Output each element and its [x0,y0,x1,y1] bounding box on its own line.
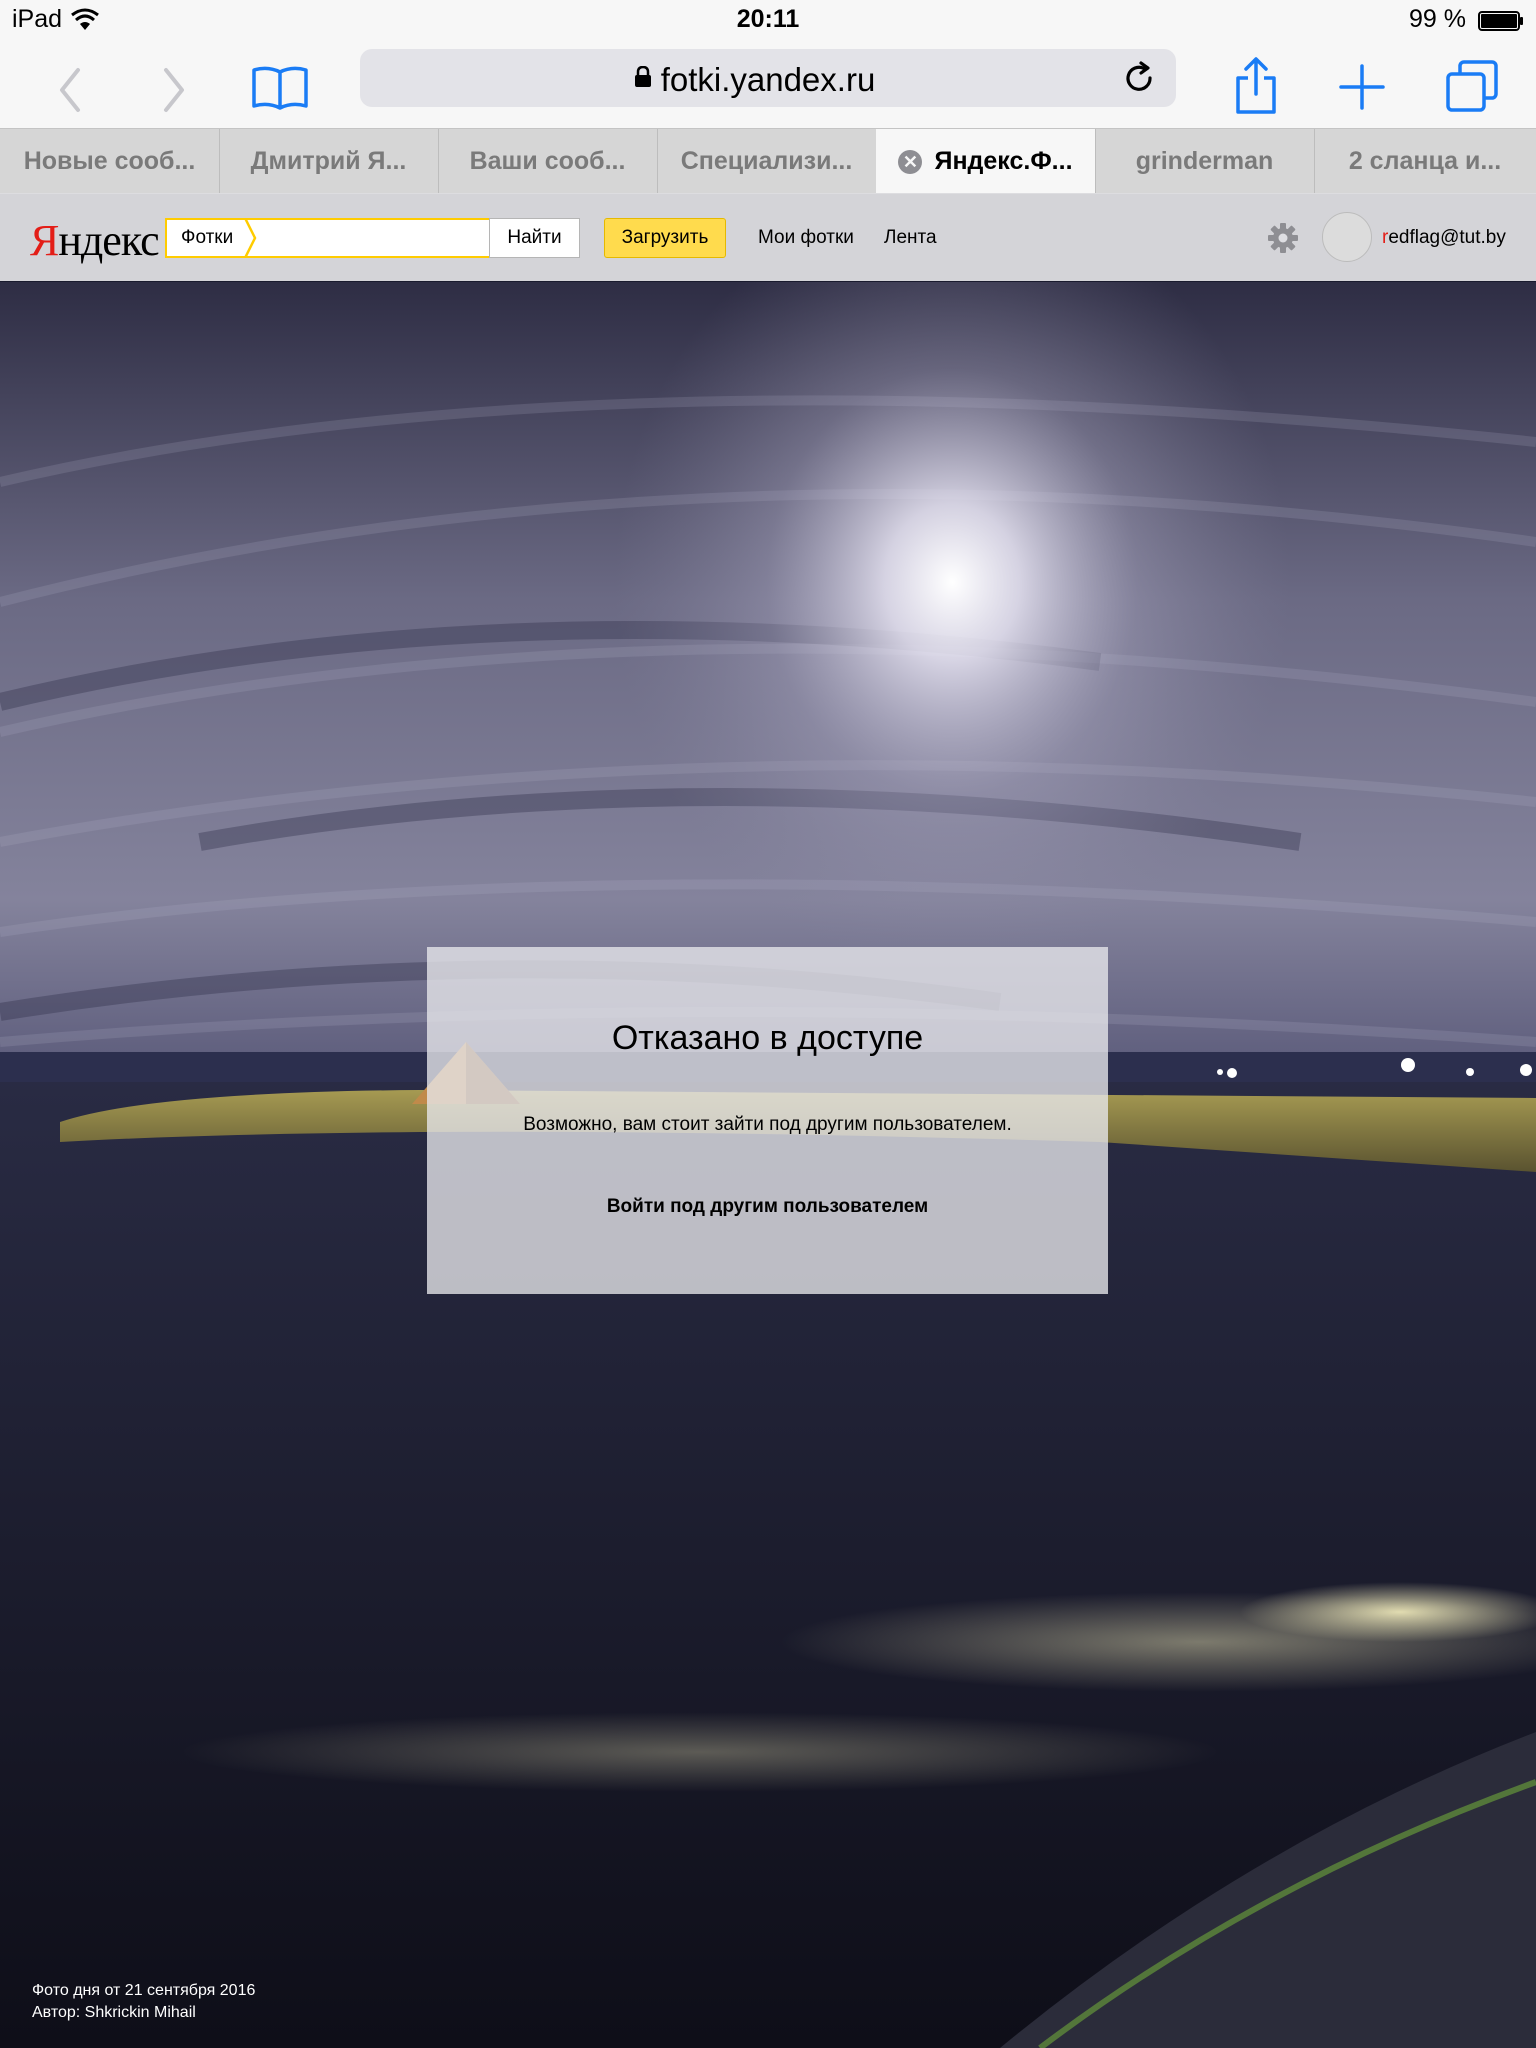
access-denied-dialog: Отказано в доступе Возможно, вам стоит з… [427,947,1108,1294]
forward-icon[interactable] [142,52,206,116]
yandex-logo[interactable]: Яндекс [30,215,160,266]
tab-2-slantsa[interactable]: 2 сланца и... [1314,129,1536,193]
tab-yandex-fotki[interactable]: ✕ Яндекс.Ф... [876,129,1096,193]
tab-dmitriy[interactable]: Дмитрий Я... [219,129,439,193]
new-tab-icon[interactable] [1330,52,1394,116]
battery-icon [1478,11,1523,31]
yandex-header: Яндекс Фотки Найти Загрузить Мои фотки Л… [0,193,1536,281]
dialog-title: Отказано в доступе [611,1019,924,1057]
nav-my-photos[interactable]: Мои фотки [758,227,854,249]
tab-bar: Новые сооб... Дмитрий Я... Ваши сооб... … [0,128,1536,194]
tab-vashi-soobshcheniya[interactable]: Ваши сооб... [438,129,658,193]
browser-toolbar: fotki.yandex.ru [0,40,1536,128]
photo-author: Автор: Shkrickin Mihail [32,2004,196,2021]
back-icon[interactable] [38,52,102,116]
photo-of-day-date: Фото дня от 21 сентября 2016 [32,1982,256,1999]
search-button[interactable]: Найти [489,218,580,258]
clock: 20:11 [736,5,800,33]
search-tag-arrow-icon [243,218,257,258]
gear-icon[interactable] [1266,221,1300,255]
tab-grinderman[interactable]: grinderman [1095,129,1315,193]
upload-button[interactable]: Загрузить [604,218,726,258]
avatar[interactable] [1322,212,1372,262]
tab-novye-soobshcheniya[interactable]: Новые сооб... [0,129,220,193]
photo-caption: Фото дня от 21 сентября 2016 Автор: Shkr… [32,1980,255,2024]
nav-feed[interactable]: Лента [884,227,937,249]
login-as-other-user-link[interactable]: Войти под другим пользователем [427,1196,1108,1218]
dialog-message: Возможно, вам стоит зайти под другим пол… [523,1114,1012,1135]
tabs-icon[interactable] [1440,52,1504,116]
battery-percent: 99 % [1409,5,1466,33]
search-service-tag: Фотки [167,220,248,256]
address-bar[interactable]: fotki.yandex.ru [360,49,1176,107]
reload-icon[interactable] [1122,61,1156,95]
url-text: fotki.yandex.ru [660,61,876,98]
bookmarks-icon[interactable] [248,52,312,116]
close-tab-icon[interactable]: ✕ [898,150,923,175]
share-icon[interactable] [1224,52,1288,116]
tab-specializi[interactable]: Специализи... [657,129,877,193]
username-link[interactable]: redflag@tut.by [1382,227,1506,249]
status-bar: iPad 20:11 99 % [0,0,1536,40]
